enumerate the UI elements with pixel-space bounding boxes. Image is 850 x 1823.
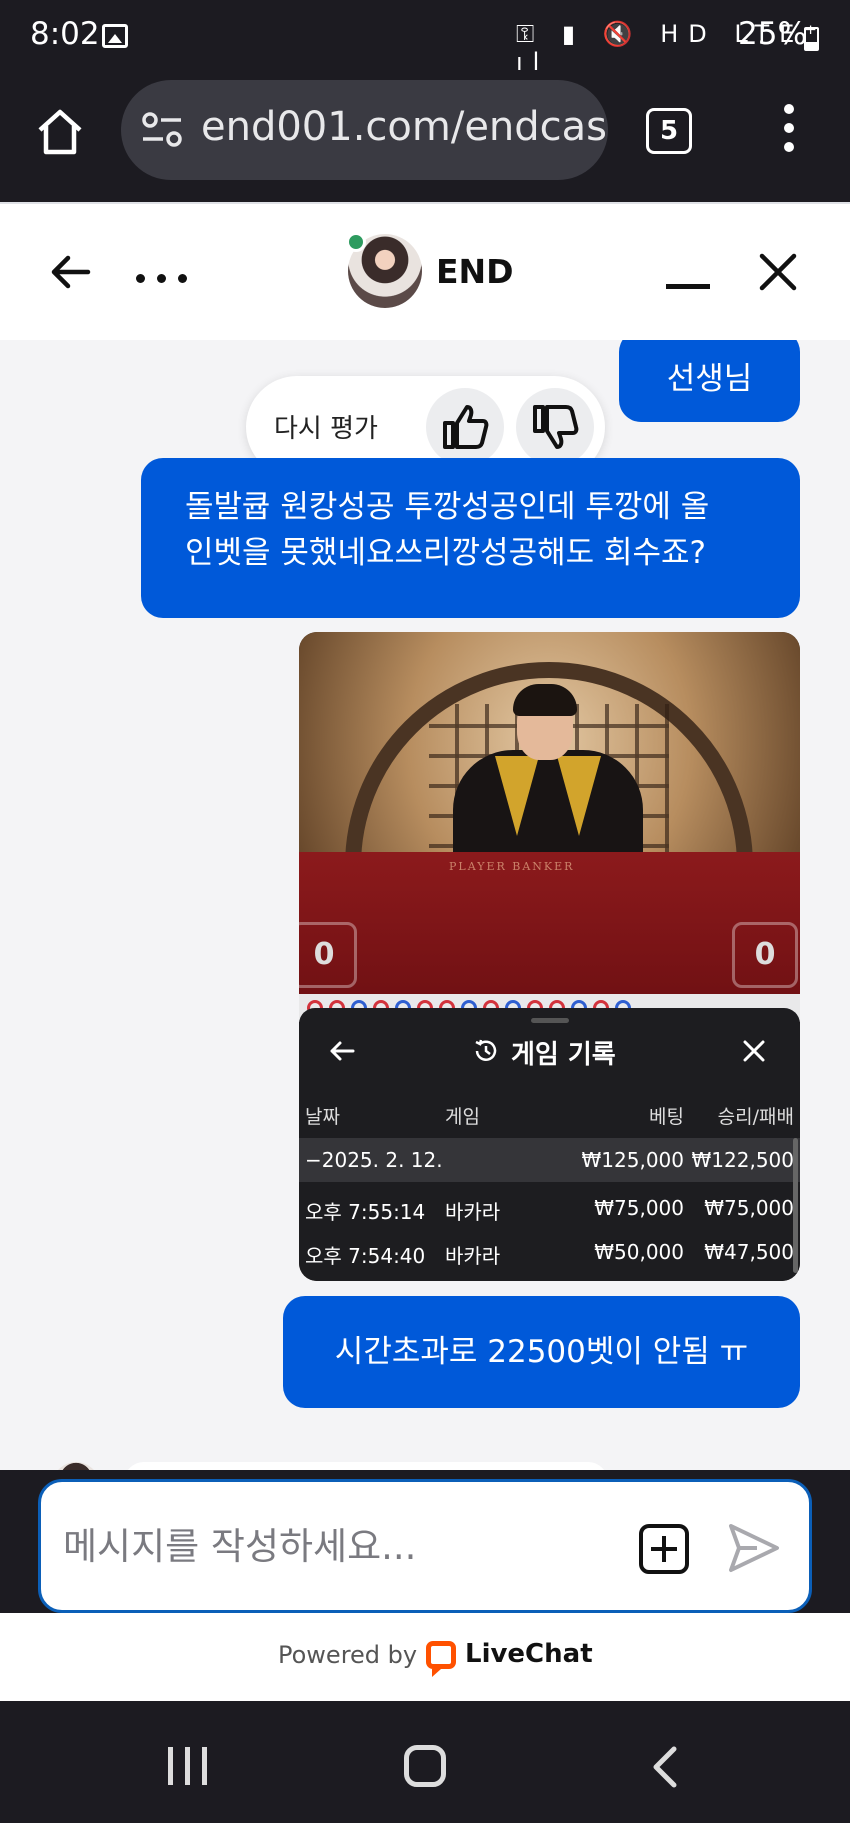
history-row: 오후 7:55:14 바카라 ₩75,000 ₩75,000 (299, 1186, 800, 1230)
address-bar[interactable]: end001.com/endcasi (121, 80, 608, 180)
summary-win: ₩122,500 (691, 1148, 794, 1172)
system-nav-bar (0, 1701, 850, 1823)
baccarat-scene: PLAYER BANKER 0 0 (299, 632, 800, 1070)
attachment-add-icon[interactable] (639, 1524, 689, 1574)
chat-header: END (0, 202, 850, 340)
row-bet: ₩50,000 (594, 1240, 684, 1264)
online-status-dot (346, 232, 366, 252)
message-line: 돌발큡 원캉성공 투깡성공인데 투깡에 올 (185, 489, 710, 525)
close-icon[interactable] (756, 250, 800, 294)
history-header-game: 게임 (445, 1106, 480, 1128)
minimize-icon[interactable] (666, 284, 710, 289)
recent-apps-icon[interactable] (168, 1747, 208, 1785)
history-clock-icon (475, 1039, 497, 1061)
status-time: 8:02 (30, 16, 100, 52)
site-settings-icon[interactable] (141, 110, 183, 150)
table-felt-text: PLAYER BANKER (449, 860, 575, 873)
powered-by-footer: Powered by LiveChat (0, 1613, 850, 1701)
history-title: 게임 기록 (511, 1040, 616, 1070)
rating-label: 다시 평가 (274, 414, 378, 444)
nav-home-icon[interactable] (404, 1745, 446, 1787)
battery-percent: 25% (738, 16, 807, 52)
message-bubble-question: 돌발큡 원캉성공 투깡성공인데 투깡에 올 인벳을 못했네요쓰리깡성공해도 회수… (141, 458, 800, 618)
history-summary-row: −2025. 2. 12. ₩125,000 ₩122,500 (299, 1138, 800, 1182)
history-header-win: 승리/패배 (717, 1106, 794, 1128)
row-bet: ₩75,000 (594, 1196, 684, 1220)
history-back-icon (330, 1041, 355, 1061)
nav-back-icon[interactable] (650, 1745, 680, 1789)
battery-icon (804, 27, 819, 51)
chat-messages[interactable]: 선생님 다시 평가 돌발큡 원캉성공 투깡성공인데 투깡에 올 인벳을 못했네요… (0, 340, 850, 1470)
livechat-brand[interactable]: LiveChat (465, 1639, 593, 1669)
row-date: 오후 7:55:14 (305, 1200, 426, 1224)
message-bubble-timeout: 시간초과로 22500벳이 안됨 ㅠ (283, 1296, 800, 1408)
status-bar: 8:02 ⚿ ▮ 🔇 HD LTE⁺ ıl 25% (0, 0, 850, 76)
shared-screenshot-image[interactable]: PLAYER BANKER 0 0 게임 기록 날짜 게임 베팅 승리/패배 −… (299, 632, 800, 1281)
more-options-icon[interactable] (136, 264, 199, 283)
summary-bet: ₩125,000 (581, 1148, 684, 1172)
history-close-icon (743, 1040, 765, 1062)
row-game: 바카라 (445, 1200, 501, 1224)
powered-by-text: Powered by (278, 1641, 418, 1669)
history-header-bet: 베팅 (649, 1106, 684, 1128)
history-row: 오후 7:54:40 바카라 ₩50,000 ₩47,500 (299, 1230, 800, 1274)
agent-reply-avatar (52, 1462, 100, 1470)
message-bubble-teacher: 선생님 (619, 340, 800, 422)
browser-menu-icon[interactable] (782, 104, 796, 160)
thumbs-up-button[interactable] (426, 388, 504, 466)
back-arrow-icon[interactable] (48, 250, 92, 294)
row-date: 오후 7:54:40 (305, 1244, 426, 1268)
player-score: 0 (299, 922, 357, 988)
thumbs-down-button[interactable] (516, 388, 594, 466)
thumbs-up-icon (443, 405, 489, 449)
home-icon[interactable] (34, 106, 86, 158)
row-game: 바카라 (445, 1244, 501, 1268)
agent-reply-bubble (124, 1462, 608, 1470)
send-icon[interactable] (727, 1522, 781, 1574)
browser-toolbar: end001.com/endcasi 5 (0, 74, 850, 202)
row-win: ₩47,500 (704, 1240, 794, 1264)
message-input[interactable] (63, 1516, 623, 1576)
agent-name: END (436, 252, 514, 291)
history-scrollbar (793, 1138, 798, 1273)
banker-score: 0 (732, 922, 798, 988)
thumbs-down-icon (533, 405, 579, 449)
game-history-panel: 게임 기록 날짜 게임 베팅 승리/패배 −2025. 2. 12. ₩125,… (299, 1008, 800, 1281)
livechat-logo-icon[interactable] (426, 1641, 456, 1677)
url-text[interactable]: end001.com/endcasi (201, 104, 608, 150)
gallery-notification-icon (102, 24, 128, 48)
summary-date: −2025. 2. 12. (305, 1148, 443, 1172)
history-header-date: 날짜 (305, 1106, 340, 1128)
row-win: ₩75,000 (704, 1196, 794, 1220)
tab-switcher-button[interactable]: 5 (646, 108, 692, 154)
message-line: 인벳을 못했네요쓰리깡성공해도 회수죠? (185, 535, 707, 571)
message-composer (38, 1479, 812, 1613)
panel-grabber (531, 1018, 569, 1023)
